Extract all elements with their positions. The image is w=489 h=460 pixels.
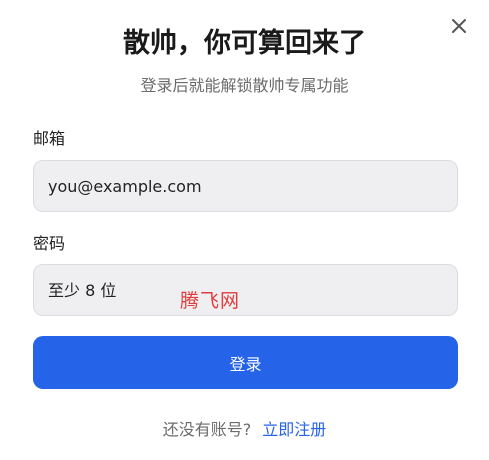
login-button[interactable]: 登录 bbox=[33, 336, 458, 389]
dialog-title: 散帅，你可算回来了 bbox=[123, 28, 366, 59]
login-dialog: 散帅，你可算回来了 登录后就能解锁散帅专属功能 邮箱 密码 腾飞网 登录 还没有… bbox=[0, 0, 489, 460]
password-field[interactable] bbox=[33, 264, 458, 316]
email-field[interactable] bbox=[33, 160, 458, 212]
watermark-text: 腾飞网 bbox=[180, 290, 241, 312]
email-label: 邮箱 bbox=[33, 129, 66, 148]
register-prompt-text: 还没有账号? bbox=[162, 420, 252, 439]
register-link[interactable]: 立即注册 bbox=[262, 420, 326, 439]
password-label: 密码 bbox=[33, 234, 66, 253]
dialog-subtitle: 登录后就能解锁散帅专属功能 bbox=[140, 76, 349, 95]
register-prompt: 还没有账号? 立即注册 bbox=[0, 418, 489, 442]
